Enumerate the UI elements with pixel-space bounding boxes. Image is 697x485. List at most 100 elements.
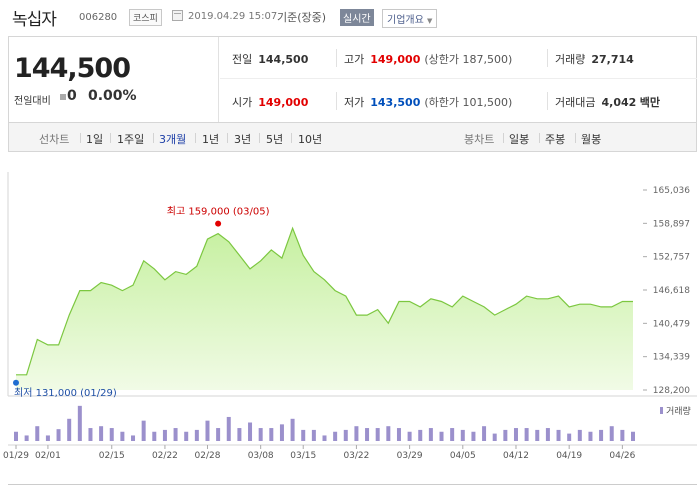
- price-area: [16, 228, 633, 390]
- flat-change-icon: [60, 94, 66, 100]
- volume-bar: [279, 424, 284, 441]
- chevron-down-icon: ▼: [427, 17, 433, 25]
- volume-bar: [418, 429, 423, 441]
- y-tick-label: 146,618: [653, 286, 690, 296]
- period-10y[interactable]: 10년: [298, 131, 322, 147]
- volume-bar: [269, 428, 274, 441]
- low-value: 143,500: [370, 96, 421, 109]
- y-tick-label: 158,897: [653, 219, 690, 229]
- change-percent: 0.00%: [88, 88, 137, 104]
- market-badge: 코스피: [129, 9, 162, 26]
- divider: [547, 92, 548, 110]
- volume-bar: [620, 429, 625, 441]
- calendar-icon: [172, 10, 183, 21]
- open-value: 149,000: [258, 96, 309, 109]
- amount-unit: 백만: [639, 96, 661, 109]
- volume-bar: [131, 435, 136, 441]
- y-tick-label: 140,479: [653, 319, 690, 329]
- divider: [575, 133, 576, 143]
- divider: [227, 133, 228, 143]
- volume-bar: [471, 431, 476, 441]
- period-1w[interactable]: 1주일: [117, 131, 144, 147]
- divider: [503, 133, 504, 143]
- x-tick-label: 04/26: [609, 451, 635, 461]
- current-price: 144,500: [14, 53, 131, 84]
- x-tick-label: 01/29: [3, 451, 29, 461]
- upper-limit-value: 187,500): [462, 53, 513, 66]
- prev-close-value: 144,500: [258, 53, 309, 66]
- amount-label: 거래대금: [555, 96, 596, 109]
- company-info-dropdown[interactable]: 기업개요 ▼: [382, 9, 438, 28]
- volume-bar: [77, 405, 82, 441]
- change-label: 전일대비: [14, 96, 51, 107]
- volume-bar: [162, 429, 167, 441]
- volume-bar: [513, 428, 518, 441]
- period-1y[interactable]: 1년: [202, 131, 219, 147]
- live-badge[interactable]: 실시간: [340, 9, 374, 26]
- volume-bar: [194, 429, 199, 441]
- volume-bar: [35, 426, 40, 441]
- volume-bar: [205, 420, 210, 441]
- volume-bar: [152, 431, 157, 441]
- x-tick-label: 02/28: [195, 451, 221, 461]
- y-tick-label: 128,200: [653, 386, 690, 396]
- volume-label: 거래량: [555, 53, 586, 66]
- volume-bar: [482, 426, 487, 441]
- period-3m[interactable]: 3개월: [159, 131, 186, 147]
- quote-row-1: 전일 144,500 고가 149,000 (상한가 187,500) 거래량 27,7…: [220, 37, 697, 79]
- period-5y[interactable]: 5년: [266, 131, 283, 147]
- volume-bar: [67, 418, 72, 441]
- high-value: 149,000: [370, 53, 421, 66]
- volume-bar: [599, 429, 604, 441]
- timestamp: 2019.04.29 15:07: [188, 11, 278, 22]
- x-tick-label: 03/29: [397, 451, 423, 461]
- x-tick-label: 02/22: [152, 451, 178, 461]
- volume-cell: 거래량 27,714: [555, 51, 634, 67]
- volume-bar: [258, 428, 263, 441]
- candle-weekly[interactable]: 주봉: [545, 131, 565, 147]
- period-3y[interactable]: 3년: [234, 131, 251, 147]
- volume-bar: [322, 435, 327, 441]
- volume-bar: [88, 428, 93, 441]
- volume-bar: [428, 428, 433, 441]
- volume-bar: [567, 433, 572, 441]
- low-cell: 저가 143,500 (하한가 101,500): [344, 94, 512, 110]
- volume-bar: [120, 431, 125, 441]
- prev-close-label: 전일: [232, 53, 253, 66]
- line-chart-label: 선차트: [39, 133, 70, 146]
- volume-bar: [556, 429, 561, 441]
- volume-bar: [375, 428, 380, 441]
- divider: [153, 133, 154, 143]
- x-tick-label: 03/22: [343, 451, 369, 461]
- divider: [80, 133, 81, 143]
- volume-bar: [386, 426, 391, 441]
- volume-bar: [365, 428, 370, 441]
- candle-monthly[interactable]: 월봉: [581, 131, 601, 147]
- volume-bar: [503, 429, 508, 441]
- volume-bar: [450, 428, 455, 441]
- volume-bar: [290, 418, 295, 441]
- volume-bar: [545, 428, 550, 441]
- candle-daily[interactable]: 일봉: [509, 131, 529, 147]
- divider: [336, 92, 337, 110]
- open-cell: 시가 149,000: [232, 94, 308, 110]
- period-1d[interactable]: 1일: [86, 131, 103, 147]
- stock-header: 녹십자 006280 코스피 2019.04.29 15:07 기준(장중) 실…: [0, 0, 697, 34]
- x-tick-label: 03/08: [248, 451, 274, 461]
- volume-bar: [237, 428, 242, 441]
- volume-bar: [99, 426, 104, 441]
- volume-bar: [141, 420, 146, 441]
- candle-chart-label: 봉차트: [464, 133, 495, 146]
- amount-cell: 거래대금 4,042 백만: [555, 94, 660, 110]
- divider: [291, 133, 292, 143]
- volume-bar: [609, 426, 614, 441]
- x-tick-label: 03/15: [290, 451, 316, 461]
- price-chart-svg: 165,036 158,897 152,757 146,618 140,479 134,3…: [3, 172, 697, 485]
- volume-bar: [460, 429, 465, 441]
- volume-bar: [173, 428, 178, 441]
- quote-panel: 144,500 전일대비 0 0.00% 전일 144,500 고가 149,000…: [8, 36, 697, 122]
- volume-bar: [407, 431, 412, 441]
- volume-bar: [439, 431, 444, 441]
- volume-bar: [184, 431, 189, 441]
- stock-name: 녹십자: [12, 10, 57, 30]
